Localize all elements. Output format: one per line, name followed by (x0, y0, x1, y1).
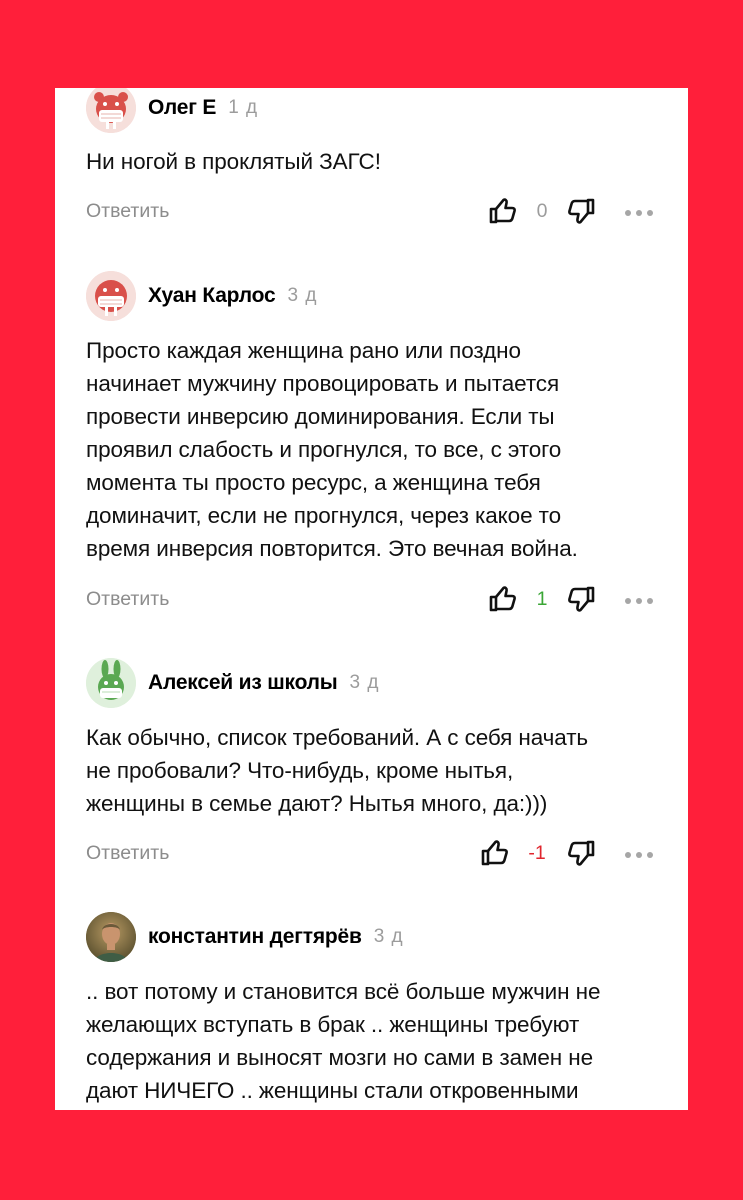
comment-actions: Ответить -1 (55, 834, 688, 874)
rating-count: -1 (528, 842, 546, 864)
comment-text-line: содержания и выносят мозги но сами в зам… (86, 1045, 593, 1070)
comment-age: 1 д (228, 97, 259, 118)
comment-text-line: начинает мужчину провоцировать и пытаетс… (86, 371, 560, 396)
comment-text-line: Просто каждая женщина рано или поздно (86, 338, 521, 363)
comment-text-line: Ни ногой в проклятый ЗАГС! (86, 149, 381, 174)
comment-text-line: доминачит, если не прогнулся, через како… (86, 503, 562, 528)
comment-age: 3 д (349, 672, 380, 693)
comment-text: Ни ногой в проклятый ЗАГС! (86, 145, 666, 178)
comment-age: 3 д (287, 285, 318, 306)
comment-header: константин дегтярёв 3 д (86, 912, 404, 962)
comment-text-line: женщины в семье дают? Нытья много, да:))… (86, 791, 548, 816)
thumbs-down-icon[interactable] (566, 584, 596, 614)
reply-button[interactable]: Ответить (86, 200, 169, 223)
reply-button[interactable]: Ответить (86, 588, 169, 611)
comment-author[interactable]: константин дегтярёв (148, 925, 362, 949)
comment-actions: Ответить 1 (55, 580, 688, 620)
thumbs-down-icon[interactable] (566, 196, 596, 226)
user-photo-icon[interactable] (86, 912, 136, 962)
comment-text-line: Как обычно, список требований. А с себя … (86, 725, 589, 750)
comment-text-line: дают НИЧЕГО .. женщины стали откровенным… (86, 1078, 579, 1103)
comment-author[interactable]: Алексей из школы (148, 671, 338, 695)
comment-text: .. вот потому и становится всё больше му… (86, 975, 666, 1107)
walrus-mask-icon[interactable] (86, 88, 136, 133)
comment-age: 3 д (373, 926, 404, 947)
rating-count: 1 (536, 588, 548, 610)
reply-button[interactable]: Ответить (86, 842, 169, 865)
more-options-icon[interactable] (625, 210, 653, 216)
comment-header: Олег Е 1 д (86, 88, 258, 133)
comment-actions: Ответить 0 (55, 192, 688, 232)
comment-text-line: провести инверсию доминирования. Если ты (86, 404, 555, 429)
comment-text: Просто каждая женщина рано или поздно на… (86, 334, 666, 565)
comment-text-line: .. вот потому и становится всё больше му… (86, 979, 601, 1004)
more-options-icon[interactable] (625, 852, 653, 858)
rabbit-mask-icon[interactable] (86, 658, 136, 708)
comment-author[interactable]: Хуан Карлос (148, 284, 276, 308)
walrus-mask-icon[interactable] (86, 271, 136, 321)
comment-text-line: проявил слабость и прогнулся, то все, с … (86, 437, 562, 462)
comment-header: Хуан Карлос 3 д (86, 271, 317, 321)
comment-text-line: момента ты просто ресурс, а женщина тебя (86, 470, 541, 495)
comment-text-line: желающих вступать в брак .. женщины треб… (86, 1012, 580, 1037)
thumbs-up-icon[interactable] (488, 584, 518, 614)
comment-text-line: не пробовали? Что-нибудь, кроме нытья, (86, 758, 514, 783)
rating-count: 0 (536, 200, 548, 222)
comments-card: Олег Е 1 д Ни ногой в проклятый ЗАГС! От… (55, 88, 688, 1110)
comment-header: Алексей из школы 3 д (86, 658, 379, 708)
comment-text-line: время инверсия повторится. Это вечная во… (86, 536, 578, 561)
thumbs-down-icon[interactable] (566, 838, 596, 868)
more-options-icon[interactable] (625, 598, 653, 604)
thumbs-up-icon[interactable] (480, 838, 510, 868)
thumbs-up-icon[interactable] (488, 196, 518, 226)
comment-author[interactable]: Олег Е (148, 96, 216, 120)
comment-text: Как обычно, список требований. А с себя … (86, 721, 666, 820)
